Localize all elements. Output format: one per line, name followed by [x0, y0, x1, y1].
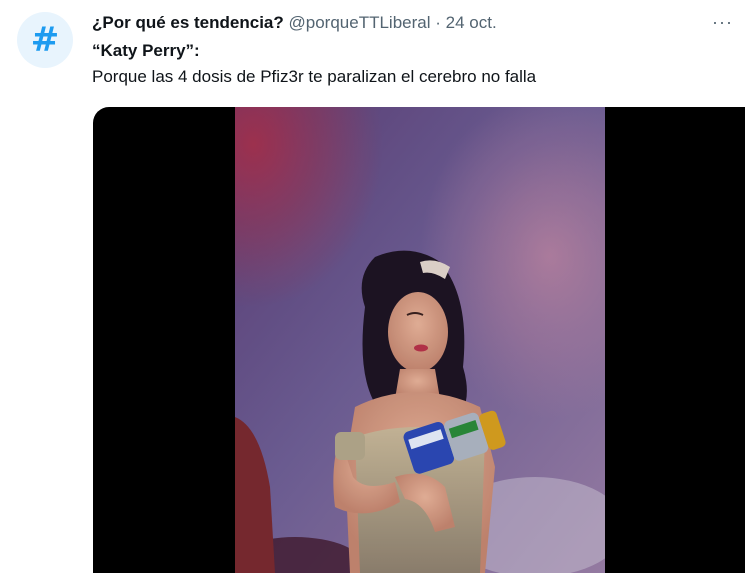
tweet-text: Porque las 4 dosis de Pfiz3r te paraliza…: [92, 67, 537, 86]
avatar[interactable]: #: [17, 12, 73, 68]
user-handle[interactable]: @porqueTTLiberal: [289, 13, 431, 32]
video-frame-image: [235, 107, 605, 573]
video-frame[interactable]: [235, 107, 605, 573]
tweet-card[interactable]: # ¿Por qué es tendencia? @porqueTTLibera…: [0, 0, 745, 573]
separator-dot: ·: [435, 13, 441, 32]
tweet-media[interactable]: [93, 107, 745, 573]
hashtag-icon: #: [30, 20, 60, 60]
tweet-header: ¿Por qué es tendencia? @porqueTTLiberal …: [92, 13, 497, 33]
tweet-topic: “Katy Perry”:: [92, 41, 200, 60]
display-name[interactable]: ¿Por qué es tendencia?: [92, 13, 284, 32]
more-options-icon[interactable]: ···: [712, 13, 733, 31]
tweet-date[interactable]: 24 oct.: [446, 13, 497, 32]
